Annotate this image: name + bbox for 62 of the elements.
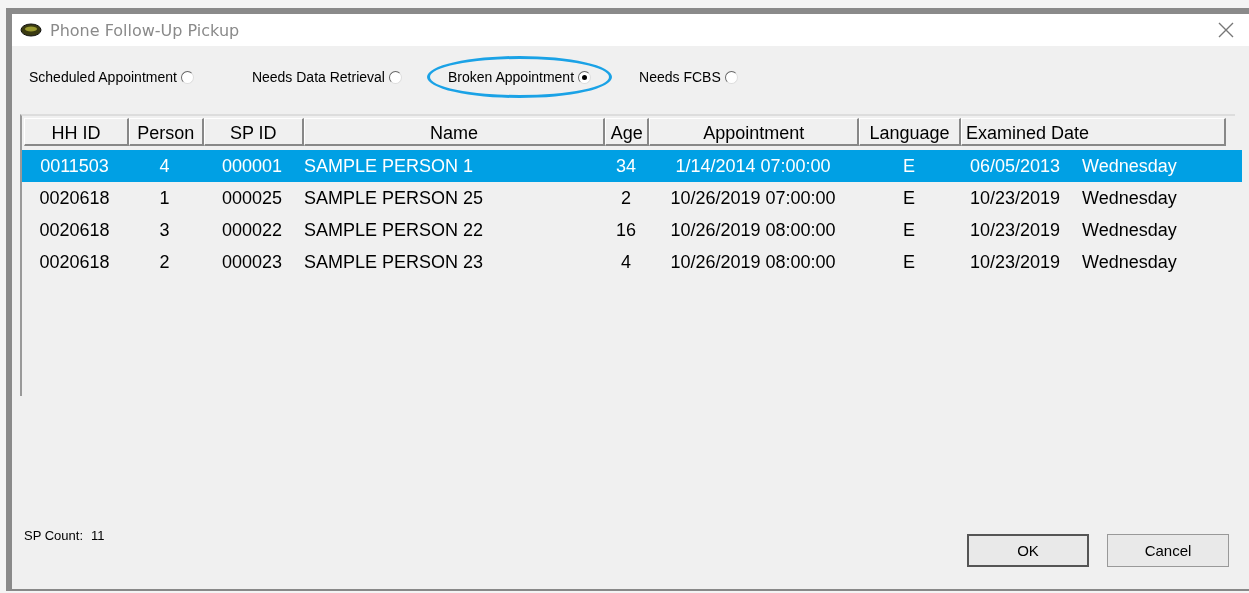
table-cell-text: SAMPLE PERSON 23 [303,251,485,273]
dialog-button[interactable]: OK [967,534,1089,567]
radio-label[interactable]: Needs FCBS [639,69,721,85]
column-header[interactable]: Language [859,118,961,146]
table-cell-text: 3 [158,219,171,241]
table-cell-text: 06/05/2013 [969,155,1062,177]
table-cell-text: 000022 [220,219,284,241]
radio-label[interactable]: Needs Data Retrieval [251,69,385,85]
close-icon[interactable] [1217,21,1235,39]
table-cell-text: 10/23/2019 [969,187,1062,209]
column-header[interactable]: Age [605,118,650,146]
table-cell-text: 2 [620,187,632,209]
radio-label[interactable]: Broken Appointment [447,69,575,85]
table-cell-text: 1/14/2014 07:00:00 [674,155,832,177]
dialog-button[interactable]: Cancel [1107,534,1229,567]
table-row[interactable]: 0020618 2 000023 SAMPLE PERSON 23 4 10/26/2019 08:00:00 E 10/23/2019 Wednesday [22,246,1242,278]
table-cell-text: 10/26/2019 07:00:00 [669,187,837,209]
count-label: SP Count: [24,528,84,543]
radio-button[interactable] [578,70,592,84]
table-cell-text: 2 [158,251,171,273]
column-header[interactable]: HH ID [24,118,129,146]
table-cell-text: Wednesday [1081,219,1178,241]
table-cell-text: E [902,187,916,209]
count-value: 11 [91,528,105,543]
table-cell-text: 10/23/2019 [969,219,1062,241]
table-cell-text: SAMPLE PERSON 22 [303,219,485,241]
table-cell-text: Wednesday [1081,251,1178,273]
table-cell-text: Wednesday [1081,155,1178,177]
table-cell-text: 0020618 [38,219,111,241]
radio-button[interactable] [180,70,194,84]
table-cell-text: E [902,251,916,273]
table-cell-text: 0020618 [38,187,111,209]
table-cell-text: SAMPLE PERSON 25 [303,187,485,209]
window-title: Phone Follow-Up Pickup [50,20,240,40]
table-cell-text: E [902,219,916,241]
table-cell-text: 10/26/2019 08:00:00 [669,219,837,241]
table-cell-text: Wednesday [1081,187,1178,209]
table-row[interactable]: 0020618 3 000022 SAMPLE PERSON 22 16 10/26/2019 08:00:00 E 10/23/2019 Wednesday [22,214,1242,246]
table-cell-text: 0011503 [39,155,110,177]
radio-label[interactable]: Scheduled Appointment [29,69,177,85]
table-cell-text: 34 [615,155,637,177]
table-cell-text: SAMPLE PERSON 1 [303,155,475,177]
radio-button[interactable] [724,70,738,84]
app-icon [20,23,42,37]
column-header[interactable]: SP ID [203,118,304,146]
table-cell-text: 16 [615,219,637,241]
table-cell-text: 10/23/2019 [969,251,1062,273]
table-cell-text: 000001 [220,155,284,177]
table-cell-text: 1 [158,187,171,209]
column-header[interactable]: Appointment [649,118,860,146]
table-cell-text: 10/26/2019 08:00:00 [669,251,837,273]
column-header[interactable]: Name [303,118,606,146]
table-cell-text: 4 [620,251,632,273]
table-cell-text: 000025 [220,187,284,209]
radio-button[interactable] [388,70,402,84]
column-header[interactable]: Person [128,118,204,146]
table-cell-text: 0020618 [38,251,111,273]
table-cell-text: 000023 [220,251,284,273]
column-header[interactable]: Examined Date [961,118,1226,146]
table-cell-text: 4 [158,155,171,177]
table-cell-text: E [902,155,916,177]
table-row[interactable]: 0020618 1 000025 SAMPLE PERSON 25 2 10/26/2019 07:00:00 E 10/23/2019 Wednesday [22,182,1242,214]
